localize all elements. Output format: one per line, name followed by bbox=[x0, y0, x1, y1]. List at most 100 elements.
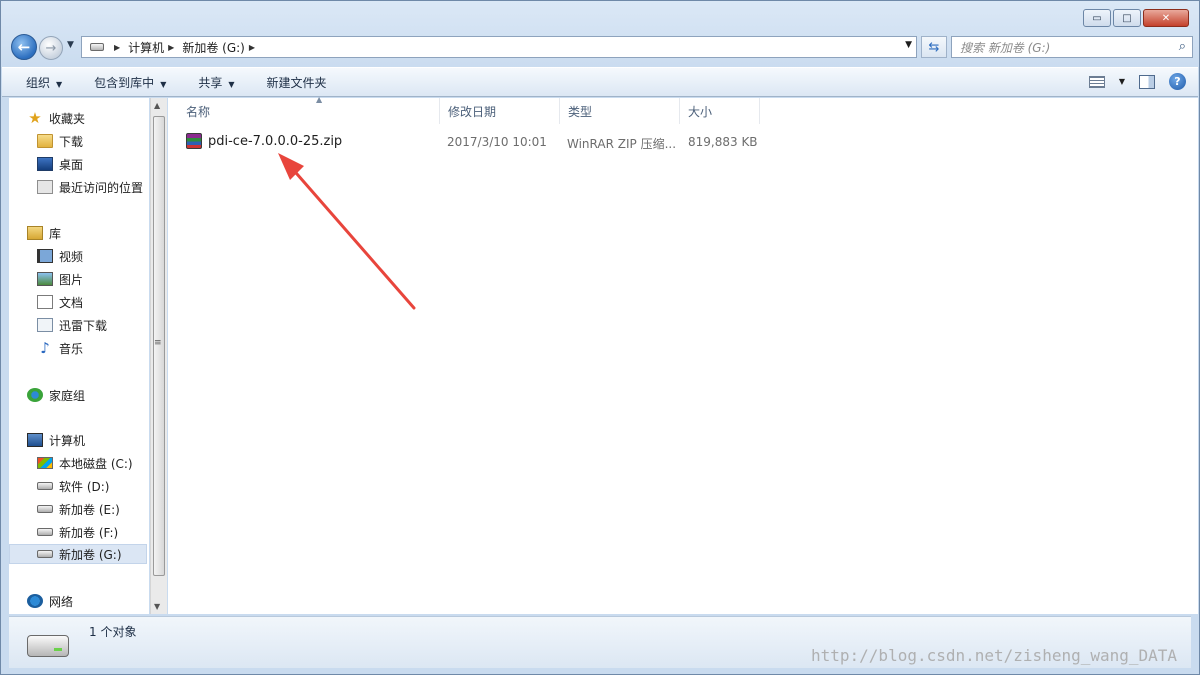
computer-icon bbox=[27, 433, 43, 447]
view-options-chevron-icon[interactable]: ▼ bbox=[1119, 77, 1125, 86]
breadcrumb-computer[interactable]: 计算机 bbox=[128, 39, 164, 56]
sidebar-item-drive-d[interactable]: 软件 (D:) bbox=[37, 476, 109, 496]
drive-icon bbox=[37, 528, 53, 536]
document-icon bbox=[37, 295, 53, 309]
forward-button[interactable]: → bbox=[39, 36, 63, 60]
scroll-up-icon[interactable]: ▲ bbox=[154, 101, 160, 110]
maximize-button[interactable]: □ bbox=[1113, 9, 1141, 27]
sidebar-item-pictures[interactable]: 图片 bbox=[37, 269, 83, 289]
window-caption-buttons: ▭ □ ✕ bbox=[1083, 9, 1189, 27]
breadcrumb-chevron-icon[interactable]: ▶ bbox=[249, 43, 255, 52]
include-in-library-label: 包含到库中 bbox=[94, 75, 155, 90]
breadcrumb-chevron-icon[interactable]: ▶ bbox=[114, 43, 120, 52]
watermark-text: http://blog.csdn.net/zisheng_wang_DATA bbox=[811, 646, 1178, 665]
navigation-pane: ★ 收藏夹 下载 桌面 最近访问的位置 库 视频 图片 文档 迅雷下载 ♪ 音乐 家… bbox=[9, 98, 149, 614]
sidebar-item-drive-c[interactable]: 本地磁盘 (C:) bbox=[37, 453, 133, 473]
column-header-size[interactable]: 大小 bbox=[680, 98, 760, 124]
explorer-window: ▭ □ ✕ ← → ▼ ▶ 计算机 ▶ 新加卷 (G:) ▶ ▼ ⇆ 搜索 新加… bbox=[0, 0, 1200, 675]
column-type-label: 类型 bbox=[568, 104, 593, 119]
sidebar-item-desktop[interactable]: 桌面 bbox=[37, 154, 83, 174]
organize-button[interactable]: 组织 ▼ bbox=[2, 74, 78, 91]
drive-icon bbox=[37, 550, 53, 558]
sidebar-item-recent[interactable]: 最近访问的位置 bbox=[37, 177, 143, 197]
file-type: WinRAR ZIP 压缩... bbox=[567, 137, 677, 151]
recent-pages-dropdown[interactable]: ▼ bbox=[67, 40, 74, 50]
drive-icon bbox=[37, 482, 53, 490]
breadcrumb-drive-g[interactable]: 新加卷 (G:) bbox=[182, 39, 245, 56]
sidebar-item-label: 迅雷下载 bbox=[59, 318, 108, 333]
view-list-icon[interactable] bbox=[1088, 75, 1105, 88]
sidebar-item-downloads[interactable]: 下载 bbox=[37, 131, 83, 151]
sidebar-item-label: 家庭组 bbox=[49, 388, 86, 403]
sidebar-item-label: 图片 bbox=[59, 272, 84, 287]
chevron-down-icon: ▼ bbox=[56, 79, 63, 89]
recent-places-icon bbox=[37, 180, 53, 194]
sidebar-item-favorites[interactable]: ★ 收藏夹 bbox=[27, 108, 85, 128]
chevron-down-icon: ▼ bbox=[160, 79, 167, 89]
sidebar-item-label: 文档 bbox=[59, 295, 84, 310]
sidebar-item-label: 下载 bbox=[59, 134, 84, 149]
sidebar-item-videos[interactable]: 视频 bbox=[37, 246, 83, 266]
sidebar-item-drive-e[interactable]: 新加卷 (E:) bbox=[37, 499, 120, 519]
sidebar-item-thunder[interactable]: 迅雷下载 bbox=[37, 315, 107, 335]
sidebar-item-documents[interactable]: 文档 bbox=[37, 292, 83, 312]
refresh-button[interactable]: ⇆ bbox=[921, 36, 947, 58]
sidebar-item-drive-f[interactable]: 新加卷 (F:) bbox=[37, 522, 118, 542]
item-count: 1 个对象 bbox=[89, 625, 137, 639]
help-icon[interactable]: ? bbox=[1169, 73, 1186, 90]
command-bar: 组织 ▼ 包含到库中 ▼ 共享 ▼ 新建文件夹 ▼ ? bbox=[2, 67, 1198, 97]
sidebar-item-label: 软件 (D:) bbox=[59, 479, 110, 494]
breadcrumb-chevron-icon[interactable]: ▶ bbox=[168, 43, 174, 52]
include-in-library-button[interactable]: 包含到库中 ▼ bbox=[78, 74, 182, 91]
share-button[interactable]: 共享 ▼ bbox=[182, 74, 250, 91]
chevron-down-icon: ▼ bbox=[228, 79, 235, 89]
navigation-scrollbar[interactable]: ▲ ≡ ▼ bbox=[150, 98, 167, 614]
drive-icon bbox=[90, 43, 104, 51]
homegroup-icon bbox=[27, 388, 43, 402]
annotation-arrow bbox=[278, 153, 416, 310]
sidebar-item-homegroup[interactable]: 家庭组 bbox=[27, 385, 85, 405]
scroll-down-icon[interactable]: ▼ bbox=[154, 602, 160, 611]
sidebar-item-label: 本地磁盘 (C:) bbox=[59, 456, 133, 471]
forward-arrow-icon: → bbox=[45, 40, 57, 56]
search-placeholder: 搜索 新加卷 (G:) bbox=[960, 40, 1051, 55]
sidebar-item-label: 视频 bbox=[59, 249, 84, 264]
sidebar-item-music[interactable]: ♪ 音乐 bbox=[37, 338, 83, 358]
sidebar-item-label: 库 bbox=[49, 226, 62, 241]
sidebar-item-libraries[interactable]: 库 bbox=[27, 223, 61, 243]
annotation-arrow-shaft bbox=[288, 164, 416, 310]
new-folder-button[interactable]: 新建文件夹 bbox=[251, 74, 343, 91]
sidebar-item-drive-g[interactable]: 新加卷 (G:) bbox=[9, 544, 147, 564]
search-icon[interactable]: ⌕ bbox=[1179, 39, 1186, 54]
music-note-icon: ♪ bbox=[40, 339, 50, 357]
sidebar-item-network[interactable]: 网络 bbox=[27, 591, 73, 611]
search-input[interactable]: 搜索 新加卷 (G:) ⌕ bbox=[951, 36, 1193, 58]
star-icon: ★ bbox=[28, 109, 42, 127]
file-size: 819,883 KB bbox=[688, 135, 758, 149]
address-dropdown-icon[interactable]: ▼ bbox=[905, 40, 912, 50]
pictures-icon bbox=[37, 272, 53, 286]
navigation-row: ← → ▼ ▶ 计算机 ▶ 新加卷 (G:) ▶ ▼ ⇆ 搜索 新加卷 (G:)… bbox=[9, 33, 1193, 61]
address-bar[interactable]: ▶ 计算机 ▶ 新加卷 (G:) ▶ ▼ bbox=[81, 36, 917, 58]
preview-pane-icon[interactable] bbox=[1139, 74, 1155, 89]
sidebar-item-label: 新加卷 (F:) bbox=[59, 525, 119, 540]
sidebar-item-label: 计算机 bbox=[49, 433, 86, 448]
column-header-type[interactable]: 类型 bbox=[560, 98, 680, 124]
back-button[interactable]: ← bbox=[11, 34, 37, 60]
organize-label: 组织 bbox=[26, 75, 51, 90]
view-controls: ▼ ? bbox=[1088, 73, 1186, 90]
sidebar-item-computer[interactable]: 计算机 bbox=[27, 430, 85, 450]
sidebar-item-label: 最近访问的位置 bbox=[59, 180, 144, 195]
libraries-icon bbox=[27, 226, 43, 240]
close-button[interactable]: ✕ bbox=[1143, 9, 1189, 27]
scrollbar-grip-icon: ≡ bbox=[154, 338, 162, 348]
column-size-label: 大小 bbox=[688, 104, 713, 119]
sidebar-item-label: 收藏夹 bbox=[49, 111, 86, 126]
minimize-button[interactable]: ▭ bbox=[1083, 9, 1111, 27]
desktop-icon bbox=[37, 157, 53, 171]
network-icon bbox=[27, 594, 43, 608]
share-label: 共享 bbox=[198, 75, 223, 90]
file-list-view: 名称 ▲ 修改日期 类型 大小 pdi-ce-7.0.0.0-25.zip 201… bbox=[168, 95, 1198, 614]
sidebar-item-label: 桌面 bbox=[59, 157, 84, 172]
sidebar-item-label: 网络 bbox=[49, 594, 74, 609]
